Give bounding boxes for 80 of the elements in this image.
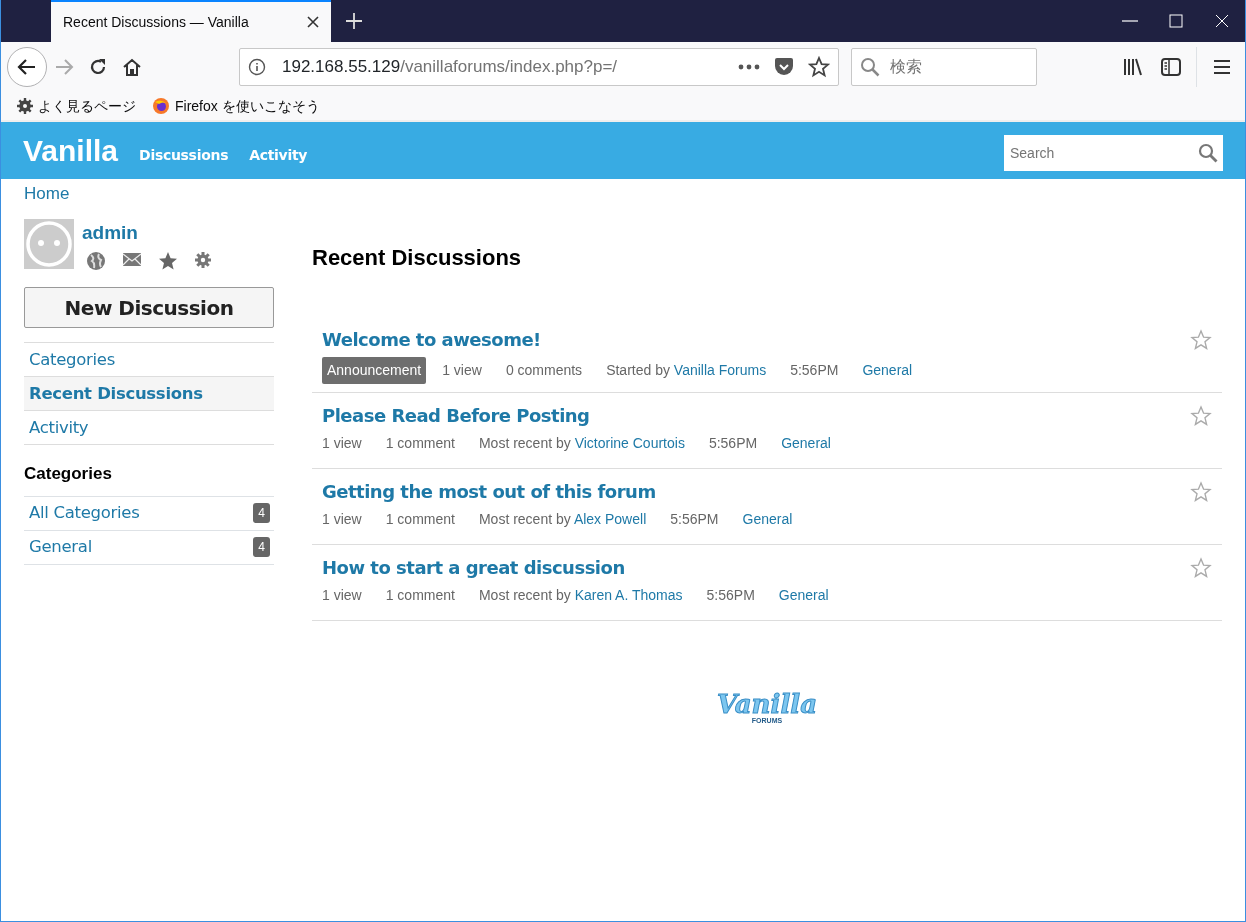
comment-count: 1 comment (385, 509, 455, 529)
globe-icon[interactable] (86, 251, 106, 271)
address-bar[interactable]: 192.168.55.129/vanillaforums/index.php?p=/ (239, 48, 839, 86)
maximize-icon (1168, 13, 1184, 29)
discussion-title-link[interactable]: Getting the most out of this forum (322, 477, 656, 505)
category-link[interactable]: General (778, 584, 829, 606)
post-time: 5:56PM (708, 433, 758, 453)
back-arrow-icon (17, 57, 37, 77)
url-text: 192.168.55.129/vanillaforums/index.php?p=/ (282, 56, 619, 79)
globe-logo-icon (152, 97, 170, 115)
minimize-icon (1122, 20, 1138, 22)
star-icon (1190, 329, 1212, 352)
discussion-title-link[interactable]: Please Read Before Posting (322, 401, 590, 429)
view-count: 1 view (322, 585, 362, 605)
post-time: 5:56PM (706, 585, 755, 605)
gear-icon (17, 98, 33, 114)
author-link[interactable]: Karen A. Thomas (574, 586, 683, 603)
more-icon[interactable] (738, 64, 760, 70)
star-icon[interactable] (158, 251, 178, 271)
new-discussion-button[interactable]: New Discussion (24, 287, 274, 328)
forward-arrow-icon (54, 57, 74, 77)
star-icon (1190, 405, 1212, 428)
site-logo[interactable]: Vanilla (23, 128, 119, 173)
back-button[interactable] (7, 47, 47, 87)
close-icon (1214, 13, 1230, 29)
count-badge: 4 (253, 503, 270, 523)
section-heading: Categories (24, 463, 113, 485)
category-link[interactable]: All Categories (24, 496, 254, 530)
view-count: 1 view (442, 360, 482, 380)
nav-link[interactable]: Activity (249, 145, 308, 166)
category-link[interactable]: General (742, 508, 793, 530)
bookmark-item[interactable]: Firefox を使いこなそう (152, 95, 320, 117)
bookmark-item[interactable]: よく見るページ (17, 95, 136, 117)
comment-count: 0 comments (505, 360, 583, 380)
breadcrumb-link[interactable]: Home (24, 181, 70, 207)
info-icon (248, 58, 266, 76)
sidebar-nav-item[interactable]: Recent Discussions (24, 377, 274, 411)
plus-icon (345, 12, 363, 30)
author-label: Most recent by (478, 586, 572, 603)
post-time: 5:56PM (790, 360, 839, 380)
site-search-field[interactable]: Search (1004, 134, 1223, 171)
count-badge: 4 (253, 537, 270, 557)
discussion-title-link[interactable]: How to start a great discussion (322, 553, 625, 581)
gear-icon[interactable] (194, 251, 212, 269)
category-link[interactable]: General (862, 359, 913, 381)
view-count: 1 view (322, 509, 362, 529)
close-icon[interactable] (307, 16, 319, 28)
search-icon (860, 57, 880, 77)
author-link[interactable]: Alex Powell (573, 510, 647, 527)
pocket-icon[interactable] (774, 58, 794, 76)
home-icon (122, 57, 142, 77)
post-time: 5:56PM (670, 509, 719, 529)
comment-count: 1 comment (385, 433, 455, 453)
page-title: Recent Discussions (312, 244, 523, 271)
view-count: 1 view (322, 433, 362, 453)
author-label: Started by (606, 361, 671, 378)
star-icon[interactable] (808, 56, 830, 78)
discussion-title-link[interactable]: Welcome to awesome! (322, 325, 541, 353)
browser-tab[interactable]: Recent Discussions — Vanilla (51, 0, 331, 42)
menu-icon (1212, 57, 1232, 77)
avatar-icon (24, 218, 74, 269)
nav-link[interactable]: Discussions (139, 145, 229, 166)
reload-icon (88, 57, 108, 77)
browser-search-field[interactable]: 検索 (851, 48, 1037, 86)
announcement-tag: Announcement (322, 356, 427, 384)
envelope-icon[interactable] (122, 251, 142, 267)
category-link[interactable]: General (781, 432, 831, 454)
author-link[interactable]: Vanilla Forums (673, 361, 767, 378)
library-icon (1122, 56, 1144, 78)
author-link[interactable]: Victorine Courtois (574, 434, 685, 451)
author-label: Most recent by (478, 510, 572, 527)
star-icon (1190, 481, 1212, 504)
author-label: Most recent by (478, 434, 572, 451)
star-icon (1190, 557, 1212, 580)
comment-count: 1 comment (385, 585, 455, 605)
category-link[interactable]: General (24, 530, 254, 564)
username-link[interactable]: admin (82, 218, 212, 247)
sidebar-icon (1160, 56, 1182, 78)
sidebar-nav-item[interactable]: Activity (24, 411, 274, 445)
search-icon[interactable] (1198, 142, 1218, 163)
